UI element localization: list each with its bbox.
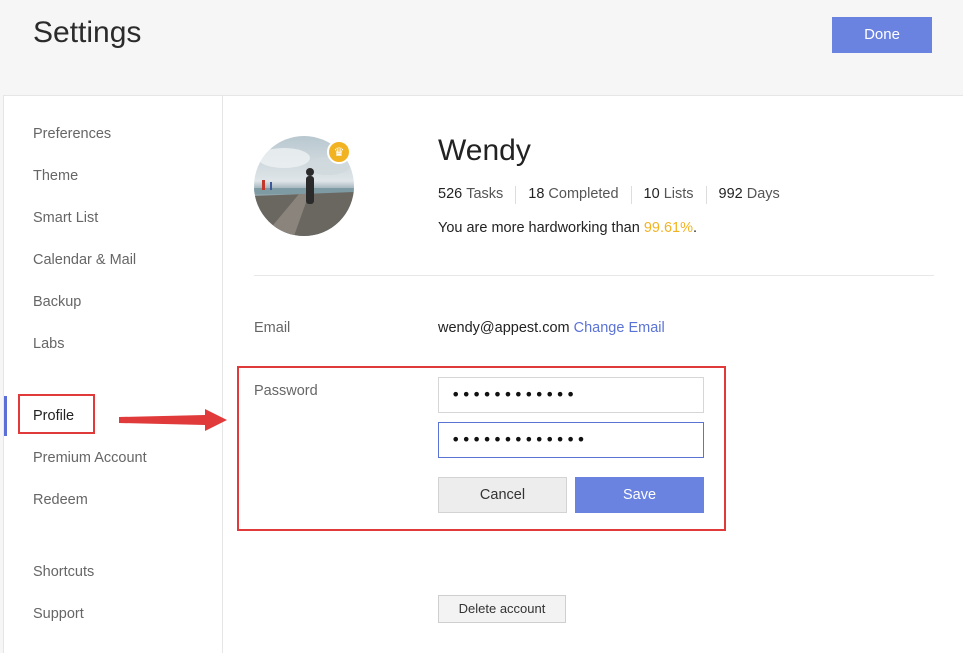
section-divider [254, 275, 934, 276]
stat-completed: 18 Completed [528, 186, 618, 204]
sidebar-item-shortcuts[interactable]: Shortcuts [33, 564, 94, 580]
stat-tasks-value: 526 [438, 186, 463, 202]
hardworking-message: You are more hardworking than 99.61%. [438, 220, 697, 236]
stat-days-value: 992 [718, 186, 743, 202]
stat-lists-value: 10 [643, 186, 660, 202]
stat-days: 992 Days [719, 186, 780, 204]
user-name: Wendy [438, 134, 531, 167]
stat-tasks-unit: Tasks [466, 186, 504, 202]
password-label: Password [254, 383, 318, 399]
sidebar-item-smart-list[interactable]: Smart List [33, 210, 98, 226]
profile-highlight-box [18, 394, 95, 434]
page-title: Settings [33, 16, 142, 49]
sidebar-item-labs[interactable]: Labs [33, 336, 64, 352]
delete-account-button[interactable]: Delete account [438, 595, 566, 623]
sidebar-item-redeem[interactable]: Redeem [33, 492, 88, 508]
sidebar-item-theme[interactable]: Theme [33, 168, 78, 184]
settings-panel: Preferences Theme Smart List Calendar & … [3, 95, 963, 653]
email-label: Email [254, 320, 291, 336]
stat-divider [515, 186, 517, 204]
email-value: wendy@appest.com [438, 320, 570, 336]
stat-divider [705, 186, 707, 204]
save-button[interactable]: Save [575, 477, 704, 513]
stat-days-unit: Days [746, 186, 780, 202]
sidebar-item-support[interactable]: Support [33, 606, 84, 622]
stat-tasks: 526 Tasks [438, 186, 503, 204]
sidebar-item-backup[interactable]: Backup [33, 294, 81, 310]
user-stats: 526 Tasks 18 Completed 10 Lists 992 Days [438, 186, 780, 204]
sidebar-item-premium-account[interactable]: Premium Account [33, 450, 147, 466]
hardworking-percent: 99.61% [643, 220, 693, 236]
stat-completed-value: 18 [528, 186, 545, 202]
settings-sidebar: Preferences Theme Smart List Calendar & … [4, 96, 223, 653]
password-field[interactable]: •••••••••••• [438, 377, 704, 413]
crown-icon: ♛ [327, 140, 351, 164]
pointer-arrow-icon [119, 409, 227, 431]
hardworking-suffix: . [693, 220, 698, 236]
sidebar-item-calendar-mail[interactable]: Calendar & Mail [33, 252, 136, 268]
email-row: wendy@appest.com Change Email [438, 320, 665, 336]
confirm-password-field[interactable]: ••••••••••••• [438, 422, 704, 458]
cancel-button[interactable]: Cancel [438, 477, 567, 513]
settings-header: Settings Done [0, 0, 963, 95]
stat-lists: 10 Lists [644, 186, 694, 204]
change-email-link[interactable]: Change Email [574, 320, 665, 336]
hardworking-prefix: You are more hardworking than [438, 220, 644, 236]
done-button[interactable]: Done [832, 17, 932, 53]
active-indicator [4, 396, 7, 436]
stat-lists-unit: Lists [663, 186, 694, 202]
sidebar-item-preferences[interactable]: Preferences [33, 126, 111, 142]
stat-completed-unit: Completed [548, 186, 619, 202]
profile-content: ♛ Wendy 526 Tasks 18 Completed 10 Lists … [224, 96, 963, 653]
stat-divider [630, 186, 632, 204]
